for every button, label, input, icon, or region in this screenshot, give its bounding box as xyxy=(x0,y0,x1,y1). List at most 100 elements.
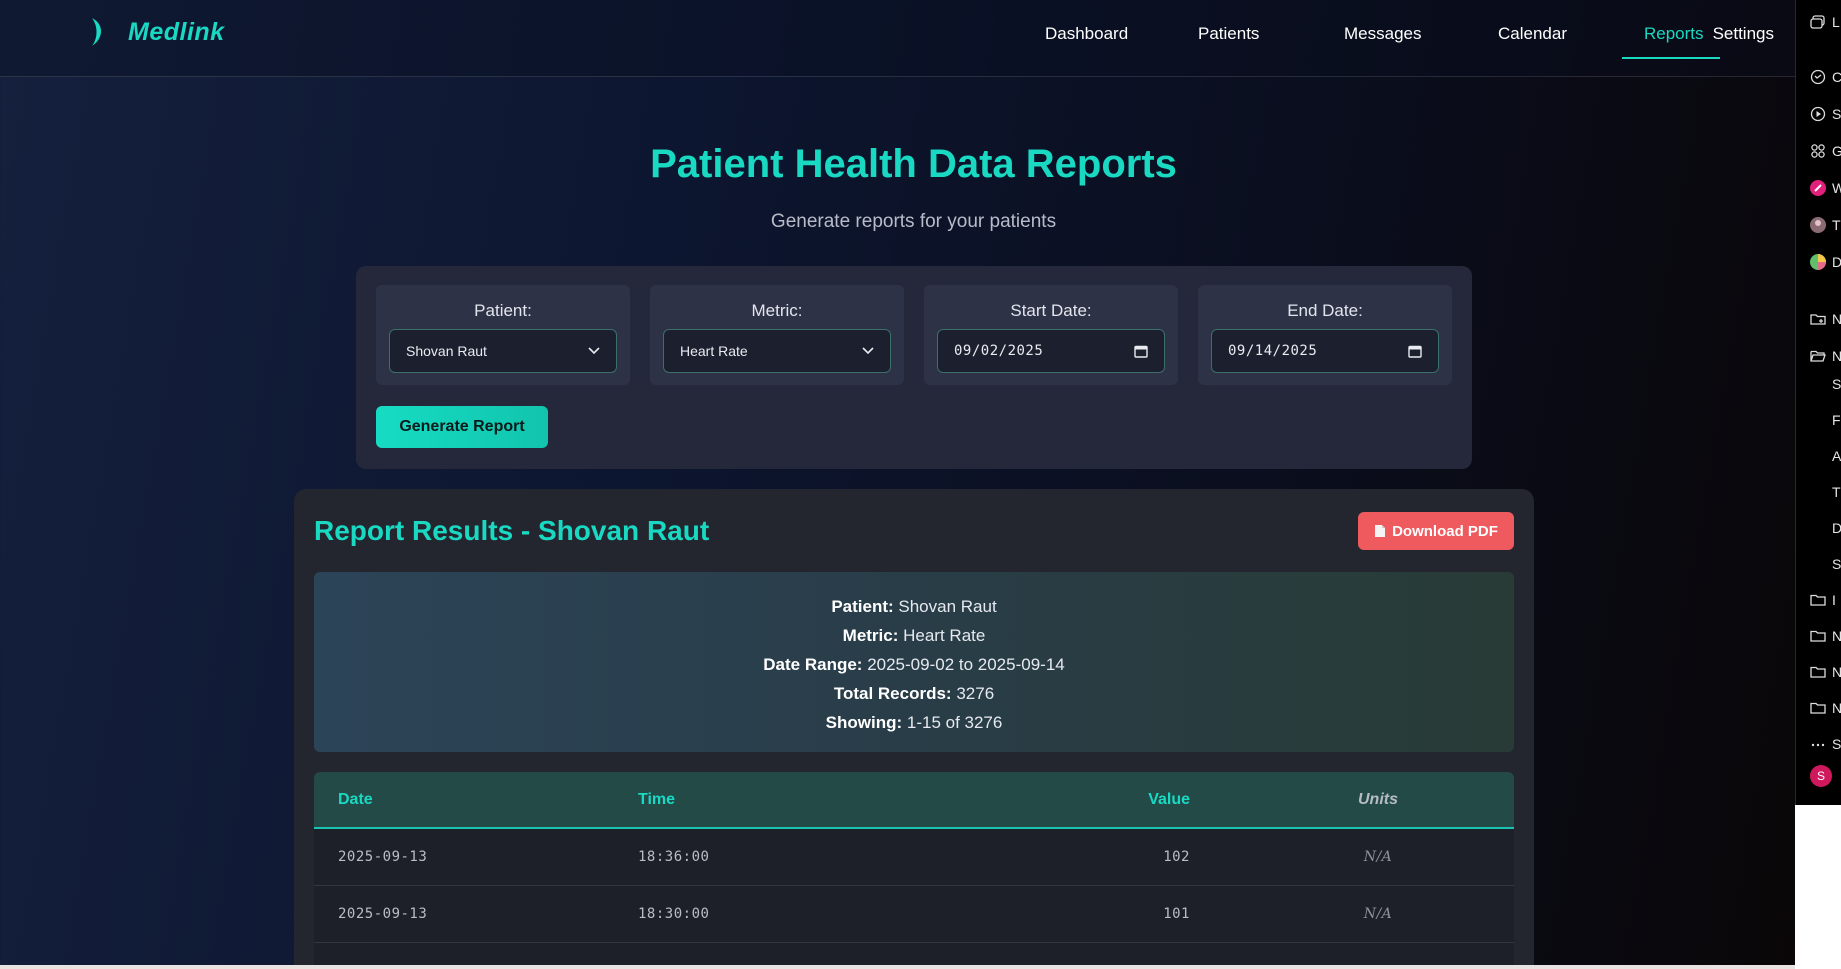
page-subtitle: Generate reports for your patients xyxy=(770,211,1057,232)
summary-key: Metric: xyxy=(842,626,899,645)
brand[interactable]: Medlink xyxy=(88,14,225,50)
document-icon xyxy=(1375,525,1386,537)
report-table: Date Time Value Units 2025-09-13 18:36:0… xyxy=(314,772,1514,965)
metric-field: Metric: Heart Rate xyxy=(650,285,904,385)
chevron-down-icon xyxy=(588,347,600,355)
side-subitem[interactable]: F xyxy=(1832,412,1841,428)
side-subitem[interactable]: S xyxy=(1832,556,1841,572)
summary-value: 1-15 of 3276 xyxy=(906,713,1003,732)
patient-label: Patient: xyxy=(474,301,532,320)
cell-date: 2025-09-13 xyxy=(338,906,428,922)
side-item[interactable]: C xyxy=(1810,67,1841,87)
side-item-label: N xyxy=(1832,664,1841,680)
table-row: 2025-09-13 18:30:00 101 N/A xyxy=(314,886,1514,943)
avatar-icon xyxy=(1810,217,1826,233)
brand-name: Medlink xyxy=(128,17,225,46)
end-date-value: 09/14/2025 xyxy=(1228,343,1318,359)
calendar-icon[interactable] xyxy=(1134,344,1148,358)
side-item[interactable]: I xyxy=(1810,590,1841,610)
side-item-label: L xyxy=(1832,14,1840,30)
header-value[interactable]: Value xyxy=(1148,791,1190,809)
nav-reports[interactable]: Reports xyxy=(1644,24,1704,44)
header-time[interactable]: Time xyxy=(638,791,675,809)
side-item[interactable]: D xyxy=(1810,252,1841,272)
active-tab-underline xyxy=(1622,57,1720,59)
side-item[interactable]: G xyxy=(1810,141,1841,161)
crescent-logo-icon xyxy=(92,18,101,46)
nav-messages[interactable]: Messages xyxy=(1344,24,1421,44)
cell-units: N/A xyxy=(1363,849,1393,865)
chevron-down-icon xyxy=(862,347,874,355)
folder-add-icon xyxy=(1810,314,1826,325)
side-item-label: T xyxy=(1832,217,1841,233)
side-subitem[interactable]: T xyxy=(1832,484,1841,500)
side-item[interactable]: N xyxy=(1810,698,1841,718)
summary-value: Heart Rate xyxy=(903,626,986,645)
download-pdf-button[interactable]: Download PDF xyxy=(1358,512,1514,550)
side-item-label: N xyxy=(1832,700,1841,716)
start-date-label: Start Date: xyxy=(1010,301,1092,320)
summary-key: Date Range: xyxy=(763,655,863,674)
metric-select[interactable]: Heart Rate xyxy=(663,329,891,373)
download-pdf-label: Download PDF xyxy=(1392,522,1498,540)
side-subitem[interactable]: D xyxy=(1832,520,1841,536)
side-item[interactable]: N xyxy=(1810,346,1841,366)
side-item-label: D xyxy=(1832,254,1841,270)
side-item-label: N xyxy=(1832,311,1841,327)
calendar-icon[interactable] xyxy=(1408,344,1422,358)
side-item-label: N xyxy=(1832,348,1841,364)
top-navbar: Medlink Dashboard Patients Messages Cale… xyxy=(0,0,1795,77)
metric-label: Metric: xyxy=(751,301,803,320)
side-item[interactable]: N xyxy=(1810,626,1841,646)
color-wheel-icon xyxy=(1810,254,1826,270)
table-header: Date Time Value Units xyxy=(314,772,1514,829)
summary-metric: Metric: Heart Rate xyxy=(314,621,1514,650)
patient-select-value: Shovan Raut xyxy=(406,343,487,359)
nav-dashboard[interactable]: Dashboard xyxy=(1045,24,1128,44)
play-icon xyxy=(1810,106,1826,122)
side-item-label: N xyxy=(1832,628,1841,644)
folder-icon xyxy=(1810,702,1826,714)
nav-settings[interactable]: Settings xyxy=(1713,24,1774,44)
side-subitem[interactable]: S xyxy=(1832,376,1841,392)
side-item[interactable]: N xyxy=(1810,309,1841,329)
end-date-input[interactable]: 09/14/2025 xyxy=(1211,329,1439,373)
side-subitem[interactable]: A xyxy=(1832,448,1841,464)
side-item[interactable]: L xyxy=(1810,12,1841,32)
window-edge xyxy=(1795,805,1841,969)
grid-icon xyxy=(1811,144,1825,158)
report-results-card: Report Results - Shovan Raut Download PD… xyxy=(294,489,1534,965)
generate-report-button[interactable]: Generate Report xyxy=(376,406,548,448)
more-icon xyxy=(1811,743,1825,747)
nav-patients[interactable]: Patients xyxy=(1198,24,1259,44)
cell-date: 2025-09-13 xyxy=(338,849,428,865)
cell-time: 18:36:00 xyxy=(638,849,710,865)
start-date-input[interactable]: 09/02/2025 xyxy=(937,329,1165,373)
table-row: 2025-09-13 18:36:00 102 N/A xyxy=(314,829,1514,886)
summary-value: 3276 xyxy=(956,684,995,703)
side-item[interactable]: S xyxy=(1810,734,1841,754)
header-date[interactable]: Date xyxy=(338,791,373,809)
summary-key: Patient: xyxy=(831,597,894,616)
side-item-label: G xyxy=(1832,143,1841,159)
folder-icon xyxy=(1810,630,1826,642)
summary-key: Showing: xyxy=(825,713,903,732)
nav-calendar[interactable]: Calendar xyxy=(1498,24,1567,44)
side-item[interactable]: N xyxy=(1810,662,1841,682)
side-item-label: C xyxy=(1832,69,1841,85)
side-item-label: S xyxy=(1832,106,1841,122)
tabs-icon xyxy=(1810,15,1825,29)
patient-field: Patient: Shovan Raut xyxy=(376,285,630,385)
summary-value: 2025-09-02 to 2025-09-14 xyxy=(867,655,1065,674)
side-item[interactable]: T xyxy=(1810,215,1841,235)
side-item[interactable]: W xyxy=(1810,178,1841,198)
summary-showing: Showing: 1-15 of 3276 xyxy=(314,708,1514,737)
profile-avatar[interactable]: S xyxy=(1810,765,1832,787)
folder-icon xyxy=(1810,666,1826,678)
summary-date-range: Date Range: 2025-09-02 to 2025-09-14 xyxy=(314,650,1514,679)
patient-select[interactable]: Shovan Raut xyxy=(389,329,617,373)
header-units[interactable]: Units xyxy=(1348,791,1408,809)
folder-open-icon xyxy=(1810,350,1826,362)
side-item-label: W xyxy=(1832,180,1841,196)
side-item[interactable]: S xyxy=(1810,104,1841,124)
